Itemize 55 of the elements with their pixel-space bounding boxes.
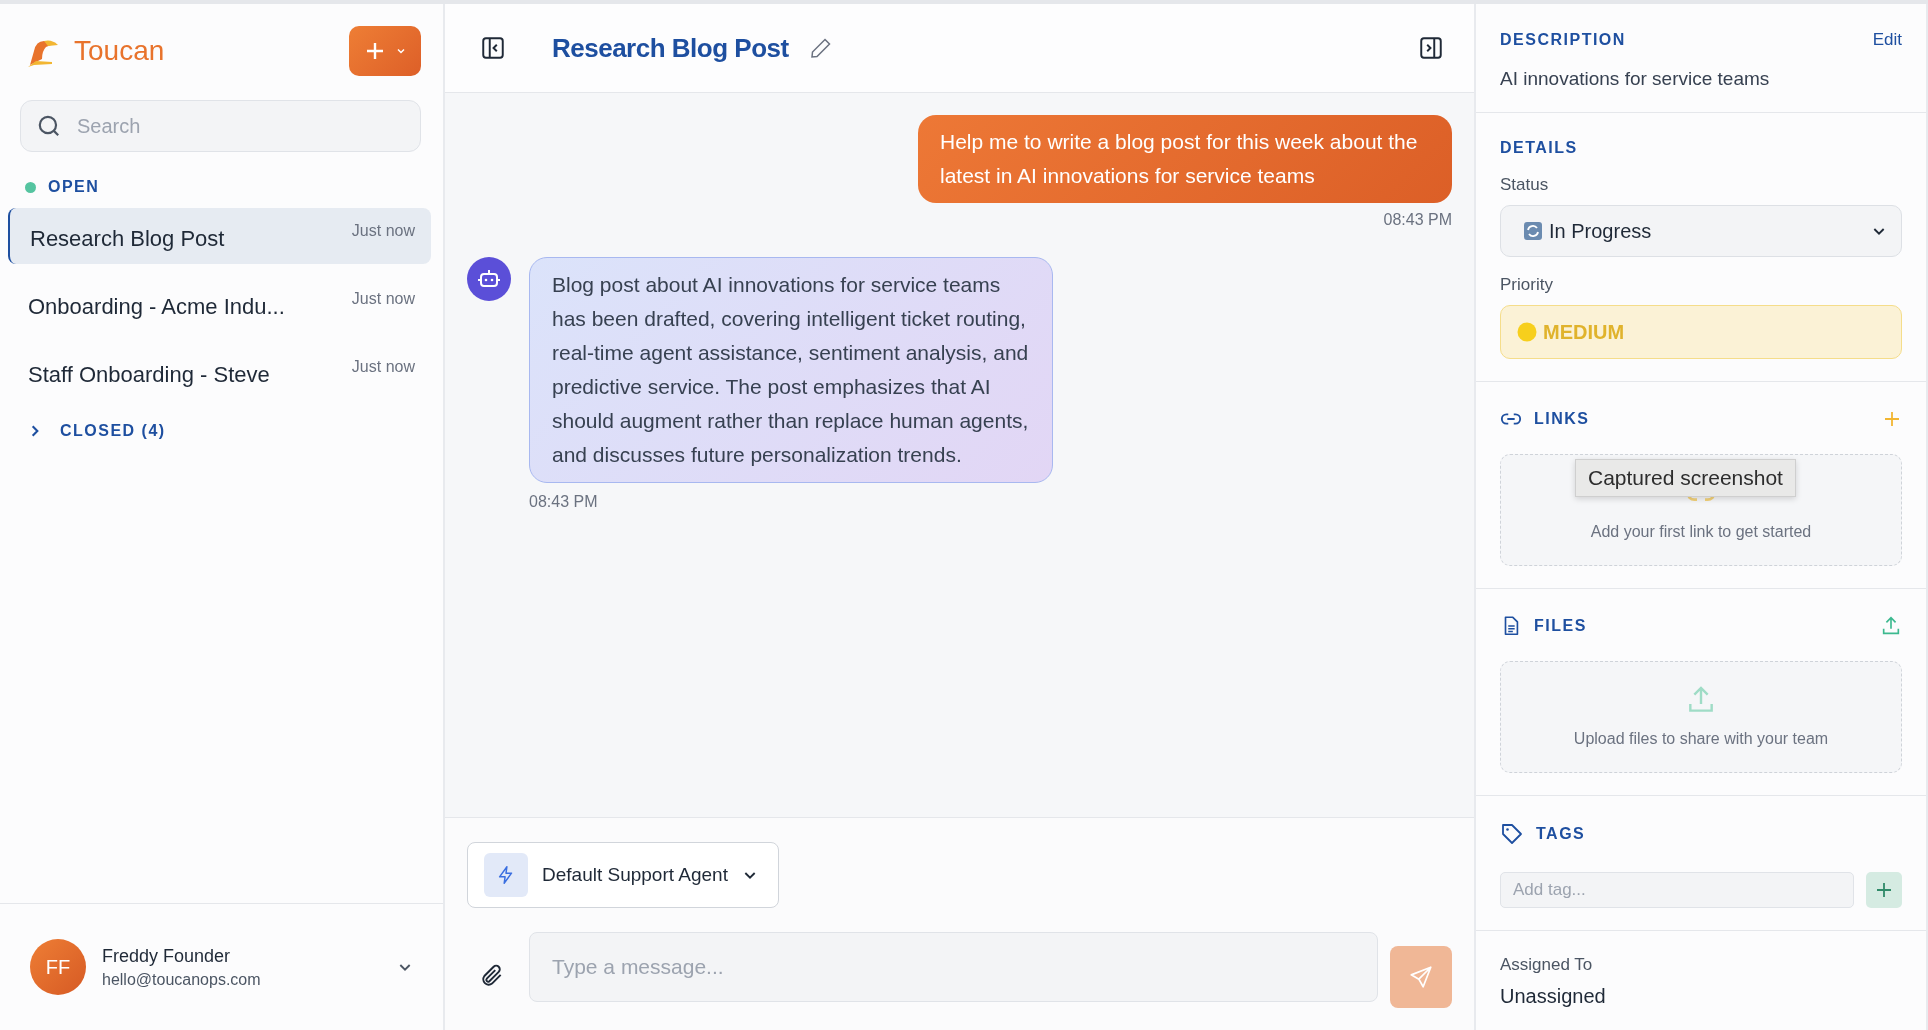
conversation-title: Research Blog Post (29, 225, 225, 252)
refresh-icon (1523, 221, 1543, 241)
new-button[interactable] (349, 26, 421, 76)
send-icon (1408, 964, 1434, 990)
edit-link[interactable]: Edit (1872, 30, 1902, 50)
empty-state-text: Upload files to share with your team (1573, 730, 1829, 748)
closed-group-toggle[interactable]: CLOSED (4) (0, 412, 194, 450)
user-name: Freddy Founder (102, 945, 232, 967)
upload-icon[interactable] (1880, 615, 1902, 637)
conversation-item[interactable]: Staff Onboarding - Steve Just now (8, 344, 431, 400)
conversation-time: Just now (351, 222, 415, 240)
message-input[interactable]: Type a message... (529, 932, 1378, 1002)
message-time: 08:43 PM (1383, 211, 1452, 229)
pencil-icon[interactable] (808, 36, 833, 60)
section-heading: FILES (1534, 617, 1587, 635)
assignee-value: Unassigned (1500, 985, 1607, 1008)
app-name: Toucan (74, 35, 165, 67)
conversation-item[interactable]: Research Blog Post Just now (8, 208, 431, 264)
file-upload-area[interactable]: Upload files to share with your team (1500, 661, 1902, 773)
add-tag-button[interactable] (1866, 872, 1902, 908)
section-heading: TAGS (1536, 825, 1586, 843)
tag-input[interactable]: Add tag... (1500, 872, 1854, 908)
conversation-title: Staff Onboarding - Steve (28, 361, 270, 388)
search-field[interactable]: Search (20, 100, 421, 152)
group-label: OPEN (48, 178, 100, 196)
tag-icon (1500, 822, 1524, 846)
field-label: Status (1500, 175, 1550, 195)
user-avatar: FF (30, 939, 86, 995)
field-label: Priority (1500, 275, 1554, 295)
user-message: Help me to write a blog post for this week about the latest in AI innovations for service teams (918, 115, 1452, 203)
robot-avatar-icon (467, 257, 511, 301)
conversation-title: Onboarding - Acme Indu... (28, 293, 285, 320)
tooltip: Captured screenshot (1575, 459, 1796, 497)
plus-icon (1874, 880, 1894, 900)
description-text: AI innovations for service teams (1500, 68, 1771, 90)
field-label: Assigned To (1500, 955, 1594, 975)
user-email: hello@toucanops.com (102, 970, 262, 989)
agent-selector[interactable]: Default Support Agent (467, 842, 779, 908)
circle-icon (1517, 322, 1537, 342)
conversation-item[interactable]: Onboarding - Acme Indu... Just now (8, 276, 431, 332)
status-dot (25, 181, 36, 193)
assistant-message: Blog post about AI innovations for service teams has been drafted, covering intelligent ticket routing, real-time agent assistance, sentiment analysis, and predictive service. The post emphasizes that AI should augment rather than replace human agents, and discusses future personalization trends. (529, 257, 1053, 483)
section-heading: DESCRIPTION (1500, 31, 1626, 49)
empty-state-text: Add your first link to get started (1590, 523, 1812, 541)
section-heading: LINKS (1534, 410, 1590, 428)
sidebar-collapse-icon[interactable] (480, 35, 506, 61)
lightning-icon (484, 853, 528, 897)
section-heading: DETAILS (1500, 139, 1579, 157)
panel-toggle-icon[interactable] (1418, 35, 1444, 61)
message-time: 08:43 PM (529, 493, 599, 511)
status-select[interactable]: In Progress (1500, 205, 1902, 257)
search-icon (36, 113, 62, 139)
conversation-heading: Research Blog Post (552, 32, 789, 64)
conversation-time: Just now (351, 358, 415, 376)
conversation-time: Just now (351, 290, 415, 308)
